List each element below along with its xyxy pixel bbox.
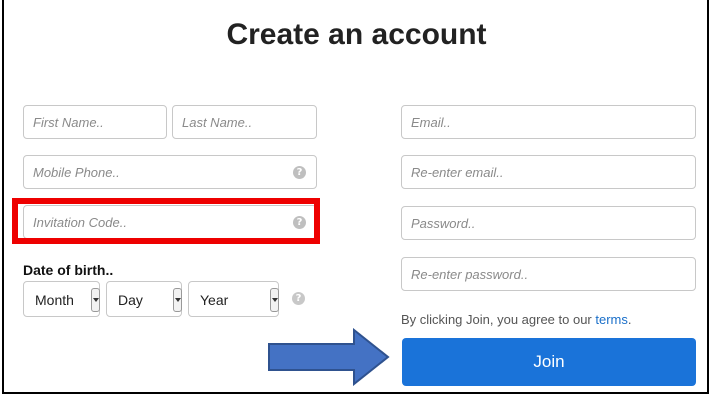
first-name-input[interactable]: First Name.. — [23, 105, 167, 139]
day-select-value: Day — [118, 292, 143, 308]
mobile-phone-input[interactable]: Mobile Phone.. ? — [23, 155, 317, 189]
day-select[interactable]: Day — [106, 281, 182, 317]
help-icon[interactable]: ? — [293, 166, 306, 179]
chevron-down-icon — [173, 288, 182, 312]
year-select[interactable]: Year — [188, 281, 279, 317]
last-name-placeholder: Last Name.. — [182, 115, 253, 130]
first-name-placeholder: First Name.. — [33, 115, 104, 130]
chevron-down-icon — [270, 288, 279, 312]
email-input[interactable]: Email.. — [401, 105, 696, 139]
reenter-email-placeholder: Re-enter email.. — [411, 165, 504, 180]
help-icon[interactable]: ? — [292, 292, 305, 305]
join-button[interactable]: Join — [402, 338, 696, 386]
arrow-right-icon — [268, 328, 390, 386]
page-title: Create an account — [226, 18, 487, 51]
reenter-email-input[interactable]: Re-enter email.. — [401, 155, 696, 189]
highlight-box — [12, 198, 320, 244]
terms-link[interactable]: terms — [595, 312, 628, 327]
chevron-down-icon — [91, 288, 100, 312]
mobile-phone-placeholder: Mobile Phone.. — [33, 165, 120, 180]
terms-suffix: . — [627, 312, 632, 327]
terms-text: By clicking Join, you agree to our terms… — [401, 312, 632, 327]
email-placeholder: Email.. — [411, 115, 451, 130]
password-input[interactable]: Password.. — [401, 206, 696, 240]
reenter-password-placeholder: Re-enter password.. — [411, 267, 529, 282]
password-placeholder: Password.. — [411, 216, 476, 231]
year-select-value: Year — [200, 292, 229, 308]
terms-prefix: By clicking Join, you agree to our — [401, 312, 596, 327]
last-name-input[interactable]: Last Name.. — [172, 105, 317, 139]
reenter-password-input[interactable]: Re-enter password.. — [401, 257, 696, 291]
month-select-value: Month — [35, 292, 74, 308]
month-select[interactable]: Month — [23, 281, 100, 317]
date-of-birth-label: Date of birth.. — [23, 262, 114, 278]
